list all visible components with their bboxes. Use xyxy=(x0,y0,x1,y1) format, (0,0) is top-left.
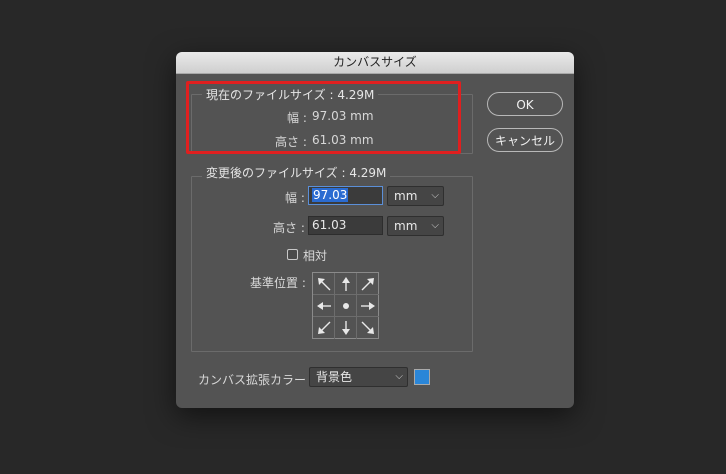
new-height-label: 高さ : xyxy=(273,221,305,235)
height-unit-select[interactable]: mm ⌵ xyxy=(387,216,444,236)
arrow-up-icon xyxy=(342,277,350,291)
new-size-title: 変更後のファイルサイズ : 4.29M xyxy=(202,164,391,181)
anchor-bottom[interactable] xyxy=(335,317,357,339)
chevron-down-icon: ⌵ xyxy=(431,220,439,231)
anchor-top[interactable] xyxy=(335,273,357,295)
anchor-bottom-left[interactable] xyxy=(313,317,335,339)
arrow-down-left-icon xyxy=(318,321,331,334)
ok-button[interactable]: OK xyxy=(487,92,563,116)
cancel-button[interactable]: キャンセル xyxy=(487,128,563,152)
arrow-right-icon xyxy=(361,302,375,310)
width-unit-value: mm xyxy=(394,189,418,203)
extension-color-label: カンバス拡張カラー : xyxy=(198,373,314,387)
width-input[interactable]: 97.03 xyxy=(308,186,383,205)
anchor-top-right[interactable] xyxy=(357,273,379,295)
extension-color-value: 背景色 xyxy=(316,370,353,384)
anchor-left[interactable] xyxy=(313,295,335,317)
current-height-label: 高さ : xyxy=(275,135,307,149)
anchor-top-left[interactable] xyxy=(313,273,335,295)
extension-color-select[interactable]: 背景色 ⌵ xyxy=(309,367,408,387)
arrow-up-left-icon xyxy=(318,278,331,291)
anchor-bottom-right[interactable] xyxy=(357,317,379,339)
current-width-label: 幅 : xyxy=(287,111,307,125)
relative-checkbox[interactable] xyxy=(287,249,298,260)
new-width-label: 幅 : xyxy=(285,191,305,205)
height-input[interactable]: 61.03 xyxy=(308,216,383,235)
width-unit-select[interactable]: mm ⌵ xyxy=(387,186,444,206)
width-input-value: 97.03 xyxy=(312,188,349,202)
current-height-value: 61.03 mm xyxy=(312,133,374,147)
height-unit-value: mm xyxy=(394,219,418,233)
anchor-label: 基準位置 : xyxy=(250,276,306,290)
chevron-down-icon: ⌵ xyxy=(431,190,439,201)
anchor-grid xyxy=(312,272,379,339)
arrow-down-icon xyxy=(342,321,350,335)
current-width-value: 97.03 mm xyxy=(312,109,374,123)
arrow-down-right-icon xyxy=(361,321,374,334)
height-input-value: 61.03 xyxy=(312,218,347,232)
current-size-title: 現在のファイルサイズ : 4.29M xyxy=(202,86,379,103)
arrow-up-right-icon xyxy=(361,278,374,291)
anchor-center[interactable] xyxy=(335,295,357,317)
arrow-left-icon xyxy=(317,302,331,310)
anchor-right[interactable] xyxy=(357,295,379,317)
chevron-down-icon: ⌵ xyxy=(395,371,403,382)
dialog-title: カンバスサイズ xyxy=(176,52,574,74)
extension-color-swatch[interactable] xyxy=(414,369,430,385)
relative-label: 相対 xyxy=(303,249,328,263)
anchor-center-dot-icon xyxy=(343,303,349,309)
